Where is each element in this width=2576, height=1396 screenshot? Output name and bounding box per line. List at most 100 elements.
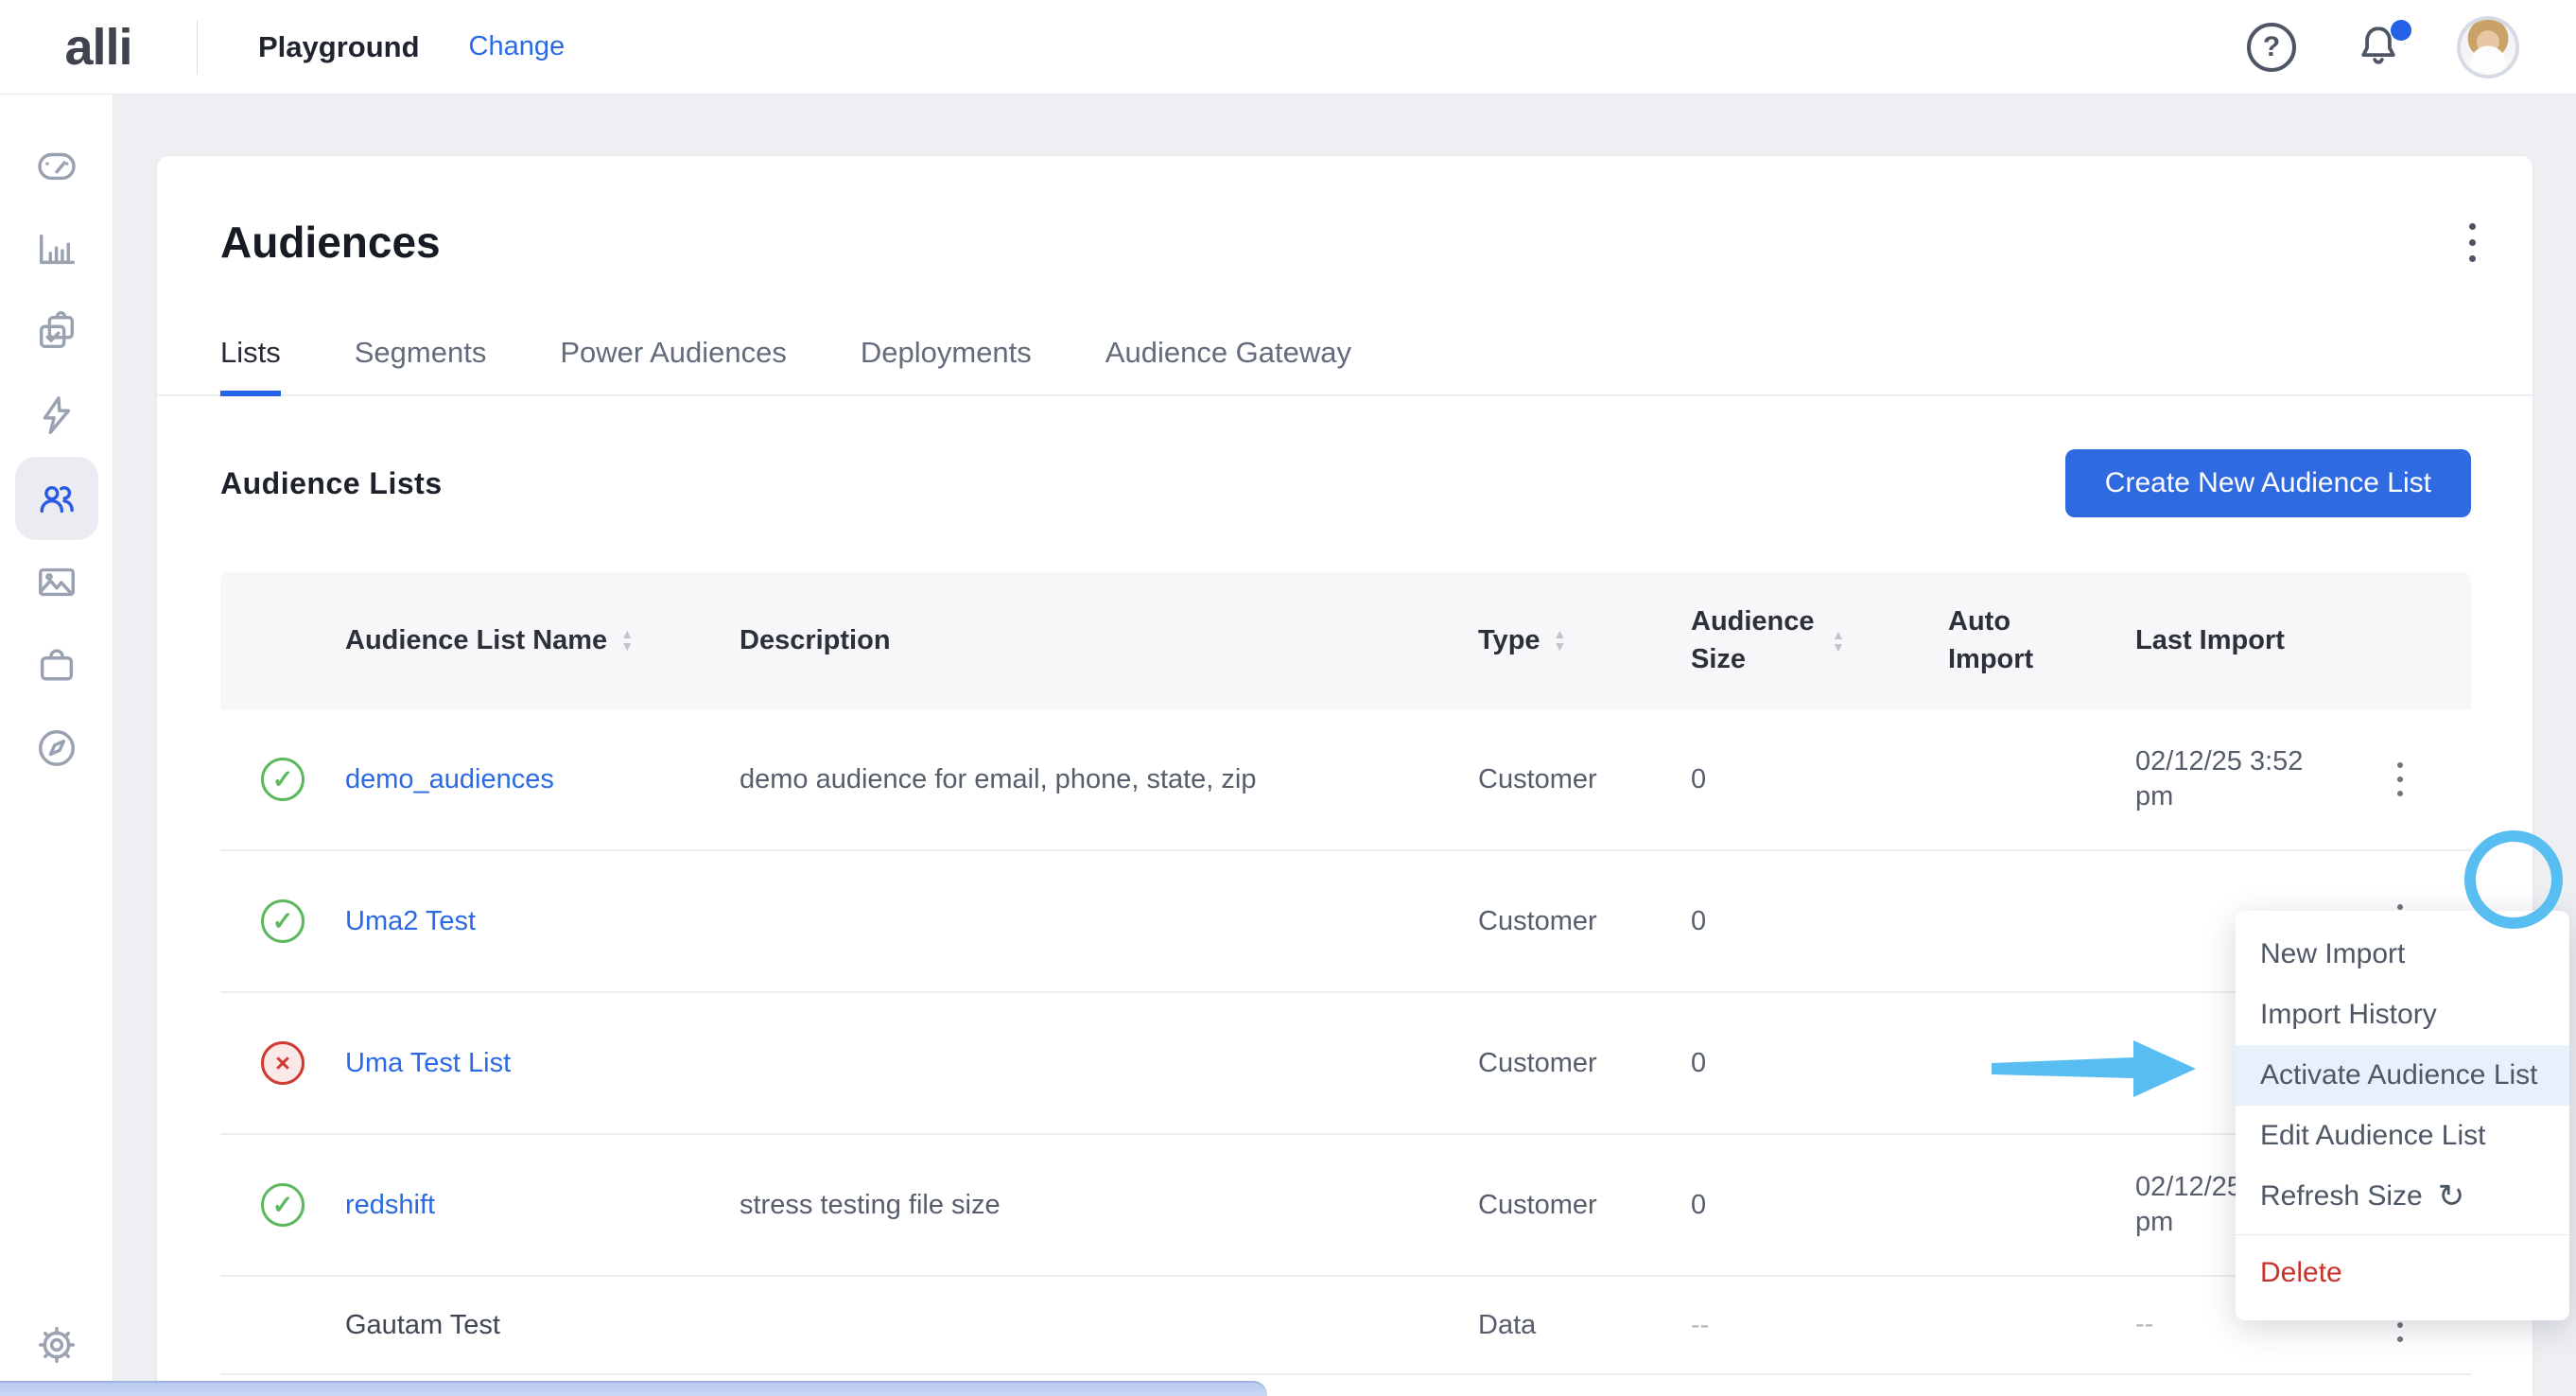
table-row: ✓ redshift stress testing file sizeCustome…: [220, 1135, 2471, 1277]
change-workspace-link[interactable]: Change: [469, 31, 566, 62]
success-status-icon: ✓: [261, 1183, 305, 1227]
kebab-dot: [2397, 1336, 2403, 1342]
menu-item-activate-audience-list[interactable]: Activate Audience List: [2236, 1045, 2569, 1106]
table-header-row: Audience List Name▲▼DescriptionType▲▼Aud…: [220, 572, 2471, 709]
app-root: alli Playground Change ?: [0, 0, 2576, 1396]
description-cell: stress testing file size: [740, 1190, 1478, 1221]
audience-size-cell: 0: [1691, 1190, 1948, 1221]
column-header-audience-size[interactable]: Audience Size ▲▼: [1691, 603, 1948, 677]
tab-segments[interactable]: Segments: [355, 336, 487, 394]
kebab-dot: [2397, 762, 2403, 768]
bottom-scrollbar[interactable]: [0, 1381, 1267, 1396]
tab-power-audiences[interactable]: Power Audiences: [560, 336, 787, 394]
tabs: Lists Segments Power Audiences Deployments A…: [157, 336, 2532, 396]
sort-down-arrow: ▼: [620, 640, 634, 653]
audience-lists-table: Audience List Name▲▼DescriptionType▲▼Aud…: [220, 572, 2471, 1375]
tab-audience-gateway[interactable]: Audience Gateway: [1105, 336, 1351, 394]
audience-list-name-link[interactable]: Uma2 Test: [345, 906, 476, 936]
audience-list-name-link[interactable]: demo_audiences: [345, 764, 554, 794]
sort-icon[interactable]: ▲▼: [1832, 629, 1845, 654]
type-cell: Data: [1478, 1310, 1691, 1341]
menu-item-delete[interactable]: Delete: [2236, 1243, 2569, 1303]
description-cell: demo audience for email, phone, state, z…: [740, 764, 1478, 795]
status-cell: ✓: [220, 899, 345, 943]
avatar[interactable]: [2461, 20, 2515, 75]
audience-size-cell: 0: [1691, 1048, 1948, 1079]
status-cell: ✓: [220, 758, 345, 801]
tab-deployments[interactable]: Deployments: [861, 336, 1032, 394]
column-header-type[interactable]: Type ▲▼: [1478, 622, 1691, 659]
column-label: Auto Import: [1948, 603, 2057, 677]
sort-icon[interactable]: ▲▼: [620, 628, 634, 653]
table-row: Gautam TestData----: [220, 1277, 2471, 1375]
image-icon: [35, 560, 78, 603]
name-cell: Uma Test List: [345, 1048, 740, 1079]
workspace-name: Playground: [258, 30, 420, 64]
tab-lists[interactable]: Lists: [220, 336, 281, 394]
type-cell: Customer: [1478, 1190, 1691, 1221]
sidebar-item-creative[interactable]: [15, 540, 98, 623]
column-label: Last Import: [2135, 622, 2285, 659]
page-title: Audiences: [220, 217, 441, 268]
sidebar-nav: [0, 95, 113, 1396]
sidebar-item-analytics[interactable]: [15, 207, 98, 290]
type-cell: Customer: [1478, 1048, 1691, 1079]
dashboard-icon: [35, 144, 78, 187]
audience-size-cell: --: [1691, 1310, 1948, 1341]
menu-item-import-history[interactable]: Import History: [2236, 985, 2569, 1045]
sidebar-item-discover[interactable]: [15, 707, 98, 790]
topbar-actions: ?: [2247, 20, 2576, 75]
success-status-icon: ✓: [261, 899, 305, 943]
column-label: Audience Size: [1691, 603, 1819, 677]
main-content: Audiences Lists Segments Power Audiences De…: [113, 95, 2576, 1396]
audience-list-name-link[interactable]: redshift: [345, 1190, 435, 1220]
sidebar-item-shop[interactable]: [15, 623, 98, 707]
sidebar-item-automation[interactable]: [15, 374, 98, 457]
kebab-dot: [2397, 777, 2403, 782]
card-kebab-menu-icon[interactable]: [2469, 223, 2476, 262]
column-label: Audience List Name: [345, 622, 607, 659]
audience-size-cell: 0: [1691, 906, 1948, 937]
error-status-icon: ×: [261, 1041, 305, 1085]
type-cell: Customer: [1478, 906, 1691, 937]
sort-icon[interactable]: ▲▼: [1554, 628, 1567, 653]
sort-down-arrow: ▼: [1832, 641, 1845, 654]
kebab-dot: [2397, 904, 2403, 910]
audience-list-name: Gautam Test: [345, 1310, 500, 1340]
top-bar: alli Playground Change ?: [0, 0, 2576, 95]
status-cell: ×: [220, 1041, 345, 1085]
header-divider: [197, 20, 198, 75]
compass-icon: [35, 726, 78, 770]
name-cell: Uma2 Test: [345, 906, 740, 937]
gear-icon: [35, 1323, 78, 1367]
logo-wrap: alli: [0, 18, 197, 77]
menu-item-new-import[interactable]: New Import: [2236, 924, 2569, 985]
sidebar-item-projects[interactable]: [15, 290, 98, 374]
help-icon[interactable]: ?: [2247, 23, 2296, 72]
notifications-bell-icon[interactable]: [2353, 22, 2404, 73]
table-row: ✓demo_audiences demo audience for email, …: [220, 709, 2471, 851]
sidebar-item-dashboard[interactable]: [15, 124, 98, 207]
audience-list-name-link[interactable]: Uma Test List: [345, 1048, 511, 1078]
menu-item-refresh-size[interactable]: Refresh Size↻: [2236, 1166, 2569, 1227]
menu-divider: [2236, 1234, 2569, 1235]
column-header-description: Description: [740, 622, 1478, 659]
column-label: Type: [1478, 622, 1540, 659]
row-kebab-menu-icon[interactable]: [2397, 762, 2403, 796]
annotation-circle: [2464, 830, 2563, 929]
sidebar-item-audiences[interactable]: [15, 457, 98, 540]
create-new-audience-list-button[interactable]: Create New Audience List: [2065, 449, 2471, 517]
alli-logo: alli: [64, 18, 131, 77]
audiences-card: Audiences Lists Segments Power Audiences De…: [157, 156, 2532, 1396]
kebab-dot: [2397, 791, 2403, 796]
sort-down-arrow: ▼: [1554, 640, 1567, 653]
menu-item-edit-audience-list[interactable]: Edit Audience List: [2236, 1106, 2569, 1166]
row-actions-context-menu: New ImportImport HistoryActivate Audienc…: [2236, 911, 2569, 1320]
audiences-people-icon: [35, 477, 78, 520]
column-header-auto-import: Auto Import: [1948, 603, 2135, 677]
type-cell: Customer: [1478, 764, 1691, 795]
column-label: Description: [740, 622, 891, 659]
column-header-audience-list-name[interactable]: Audience List Name ▲▼: [345, 622, 740, 659]
sidebar-item-settings[interactable]: [15, 1303, 98, 1387]
kebab-dot: [2397, 1322, 2403, 1328]
